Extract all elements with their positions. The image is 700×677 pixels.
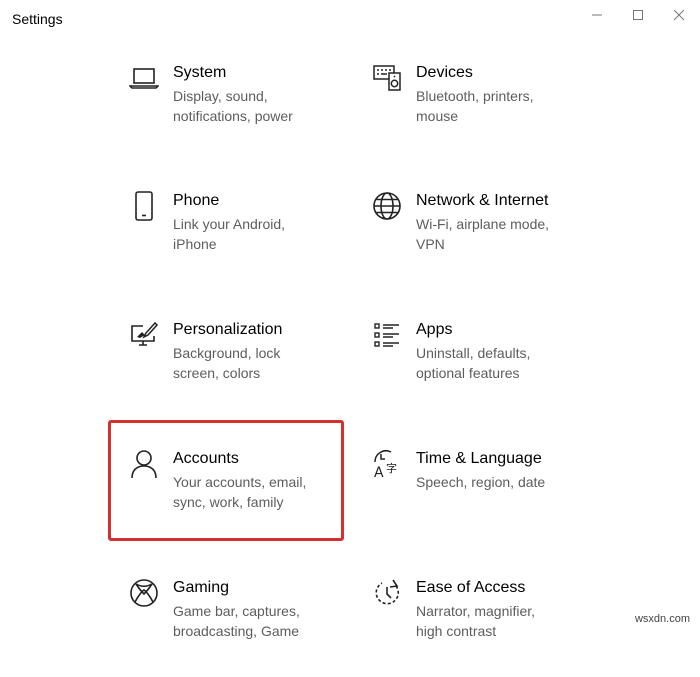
ease-of-access-icon: [371, 577, 403, 609]
tile-description: Link your Android, iPhone: [173, 216, 286, 252]
laptop-icon: [128, 62, 160, 94]
globe-icon: [371, 190, 403, 222]
svg-text:字: 字: [386, 461, 397, 475]
phone-icon: [128, 190, 160, 222]
tile-label: System: [173, 64, 227, 81]
tile-description: Narrator, magnifier, high contrast: [416, 603, 536, 639]
keyboard-speaker-icon: [371, 62, 403, 94]
tile-label: Ease of Access: [416, 579, 526, 596]
svg-text:A: A: [374, 465, 384, 479]
settings-grid: System Display, sound, notifications, pow…: [0, 0, 700, 639]
tile-label: Personalization: [173, 321, 283, 338]
watermark: wsxdn.com: [634, 613, 690, 625]
tile-time-language[interactable]: A字 Time & Language Speech, region, date: [371, 448, 601, 548]
accounts-highlight-frame: [108, 420, 344, 541]
tile-description: Display, sound, notifications, power: [173, 88, 293, 124]
paint-brush-monitor-icon: [128, 319, 160, 351]
tile-description: Speech, region, date: [416, 474, 546, 490]
tile-label: Apps: [416, 321, 453, 338]
tile-label: Devices: [416, 64, 473, 81]
tile-label: Time & Language: [416, 450, 542, 467]
xbox-icon: [128, 577, 160, 609]
tile-description: Bluetooth, printers, mouse: [416, 88, 534, 124]
tile-phone[interactable]: Phone Link your Android, iPhone: [128, 190, 358, 290]
tile-description: Game bar, captures, broadcasting, Game: [173, 603, 300, 639]
tile-personalization[interactable]: Personalization Background, lock screen, …: [128, 319, 358, 419]
tile-gaming[interactable]: Gaming Game bar, captures, broadcasting, …: [128, 577, 358, 677]
tile-label: Gaming: [173, 579, 230, 596]
tile-apps[interactable]: Apps Uninstall, defaults, optional featur…: [371, 319, 601, 419]
tile-network[interactable]: Network & Internet Wi-Fi, airplane mode,…: [371, 190, 601, 290]
tile-ease-of-access[interactable]: Ease of Access Narrator, magnifier, high …: [371, 577, 601, 677]
apps-list-icon: [371, 319, 403, 351]
tile-label: Network & Internet: [416, 192, 549, 209]
tile-devices[interactable]: Devices Bluetooth, printers, mouse: [371, 62, 601, 162]
tile-description: Background, lock screen, colors: [173, 345, 281, 381]
time-language-icon: A字: [371, 448, 403, 480]
tile-system[interactable]: System Display, sound, notifications, pow…: [128, 62, 358, 162]
tile-description: Wi-Fi, airplane mode, VPN: [416, 216, 550, 252]
tile-description: Uninstall, defaults, optional features: [416, 345, 531, 381]
tile-label: Phone: [173, 192, 220, 209]
